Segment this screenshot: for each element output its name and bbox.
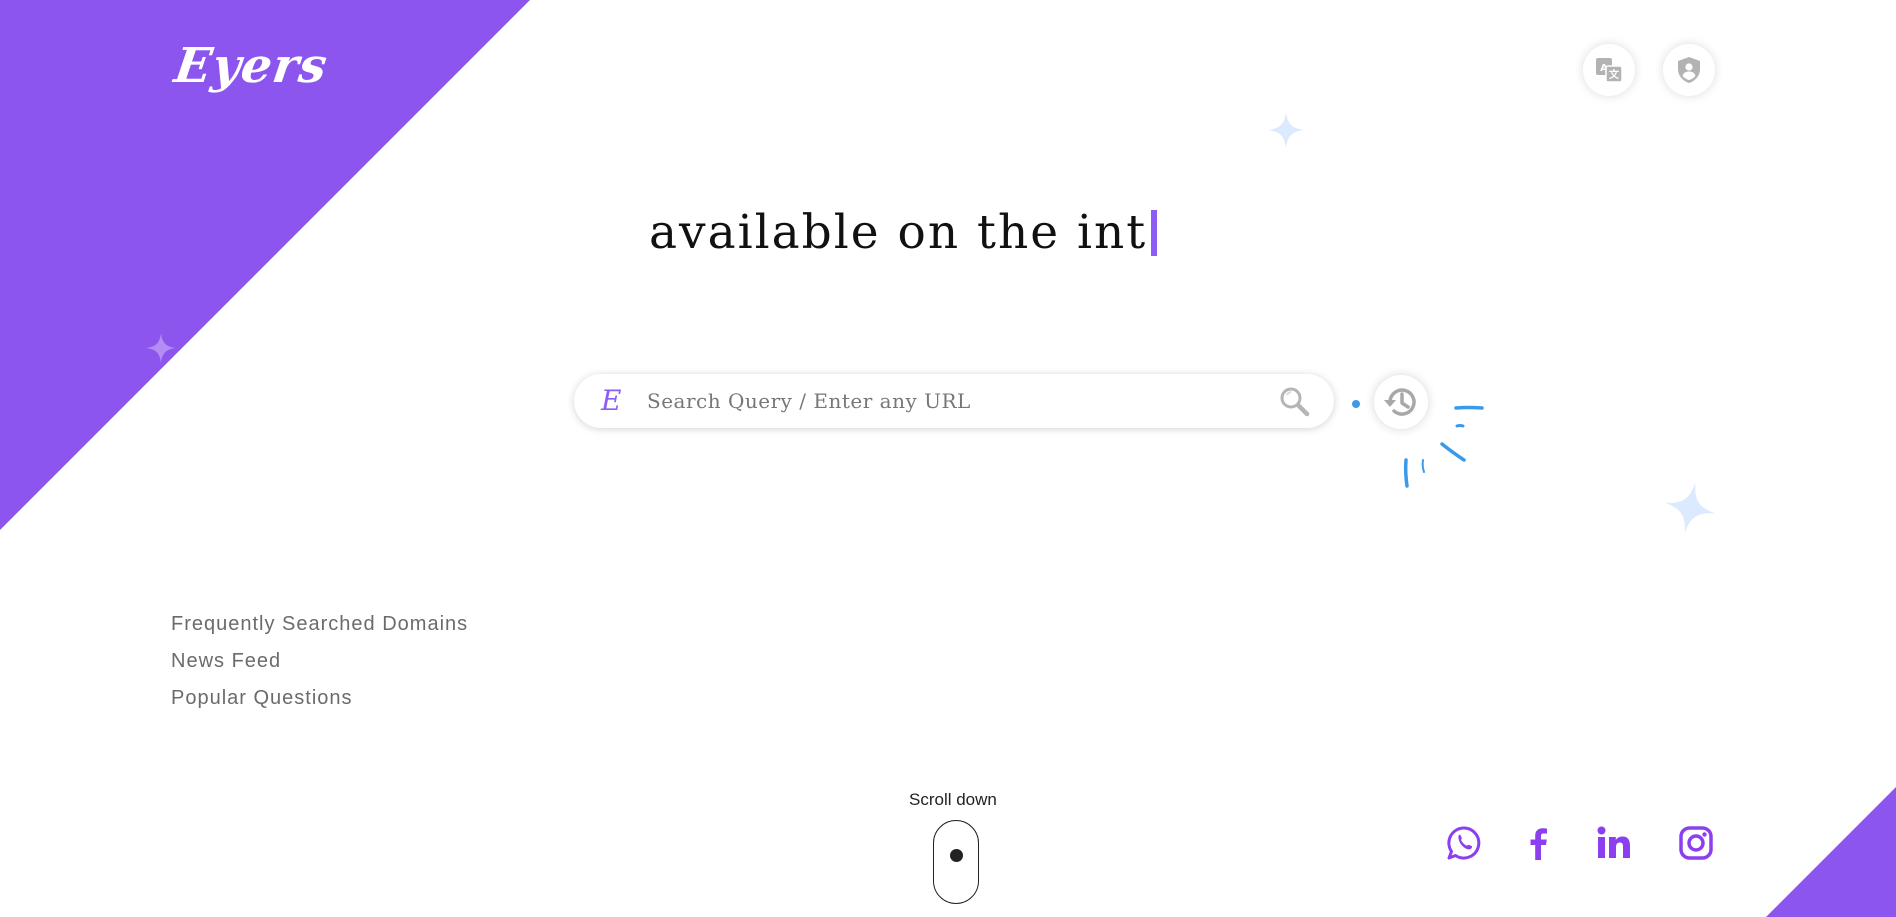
typing-caret [1151,209,1158,256]
scroll-down-button[interactable] [933,820,979,904]
translate-button[interactable]: A 文 [1583,44,1635,96]
search-button[interactable] [1274,381,1314,421]
page: Eyers A 文 available on the int E Search … [0,0,1896,917]
typed-headline: available on the int [649,205,1158,260]
svg-text:文: 文 [1609,68,1620,81]
facebook-icon [1530,828,1547,860]
instagram-link[interactable] [1675,822,1717,864]
account-button[interactable] [1663,44,1715,96]
search-brand-mark: E [601,384,622,417]
headline-text: available on the int [649,205,1148,260]
sparkle-icon [1664,482,1716,534]
instagram-icon [1679,826,1713,860]
whatsapp-link[interactable] [1443,822,1485,864]
sparkle-icon [1268,112,1304,148]
link-frequently-searched-domains[interactable]: Frequently Searched Domains [171,612,468,636]
mouse-wheel-icon [949,849,963,862]
magnifier-icon [1280,387,1310,417]
link-popular-questions[interactable]: Popular Questions [171,686,468,710]
whatsapp-icon [1447,826,1481,860]
user-shield-icon [1678,57,1700,83]
link-news-feed[interactable]: News Feed [171,649,468,673]
search-bar: E [574,374,1334,428]
linkedin-icon [1597,826,1630,858]
translate-icon: A 文 [1596,58,1623,83]
linkedin-link[interactable] [1593,822,1635,864]
corner-decoration-bottom-right [1766,787,1896,917]
quick-links: Frequently Searched Domains News Feed Po… [171,612,468,723]
history-button[interactable] [1374,375,1428,429]
sparkle-icon [146,333,176,363]
history-icon [1384,388,1416,416]
search-input[interactable] [645,388,1274,414]
facebook-link[interactable] [1518,822,1560,864]
brand-logo[interactable]: Eyers [171,38,331,94]
scroll-down-label: Scroll down [909,790,997,809]
